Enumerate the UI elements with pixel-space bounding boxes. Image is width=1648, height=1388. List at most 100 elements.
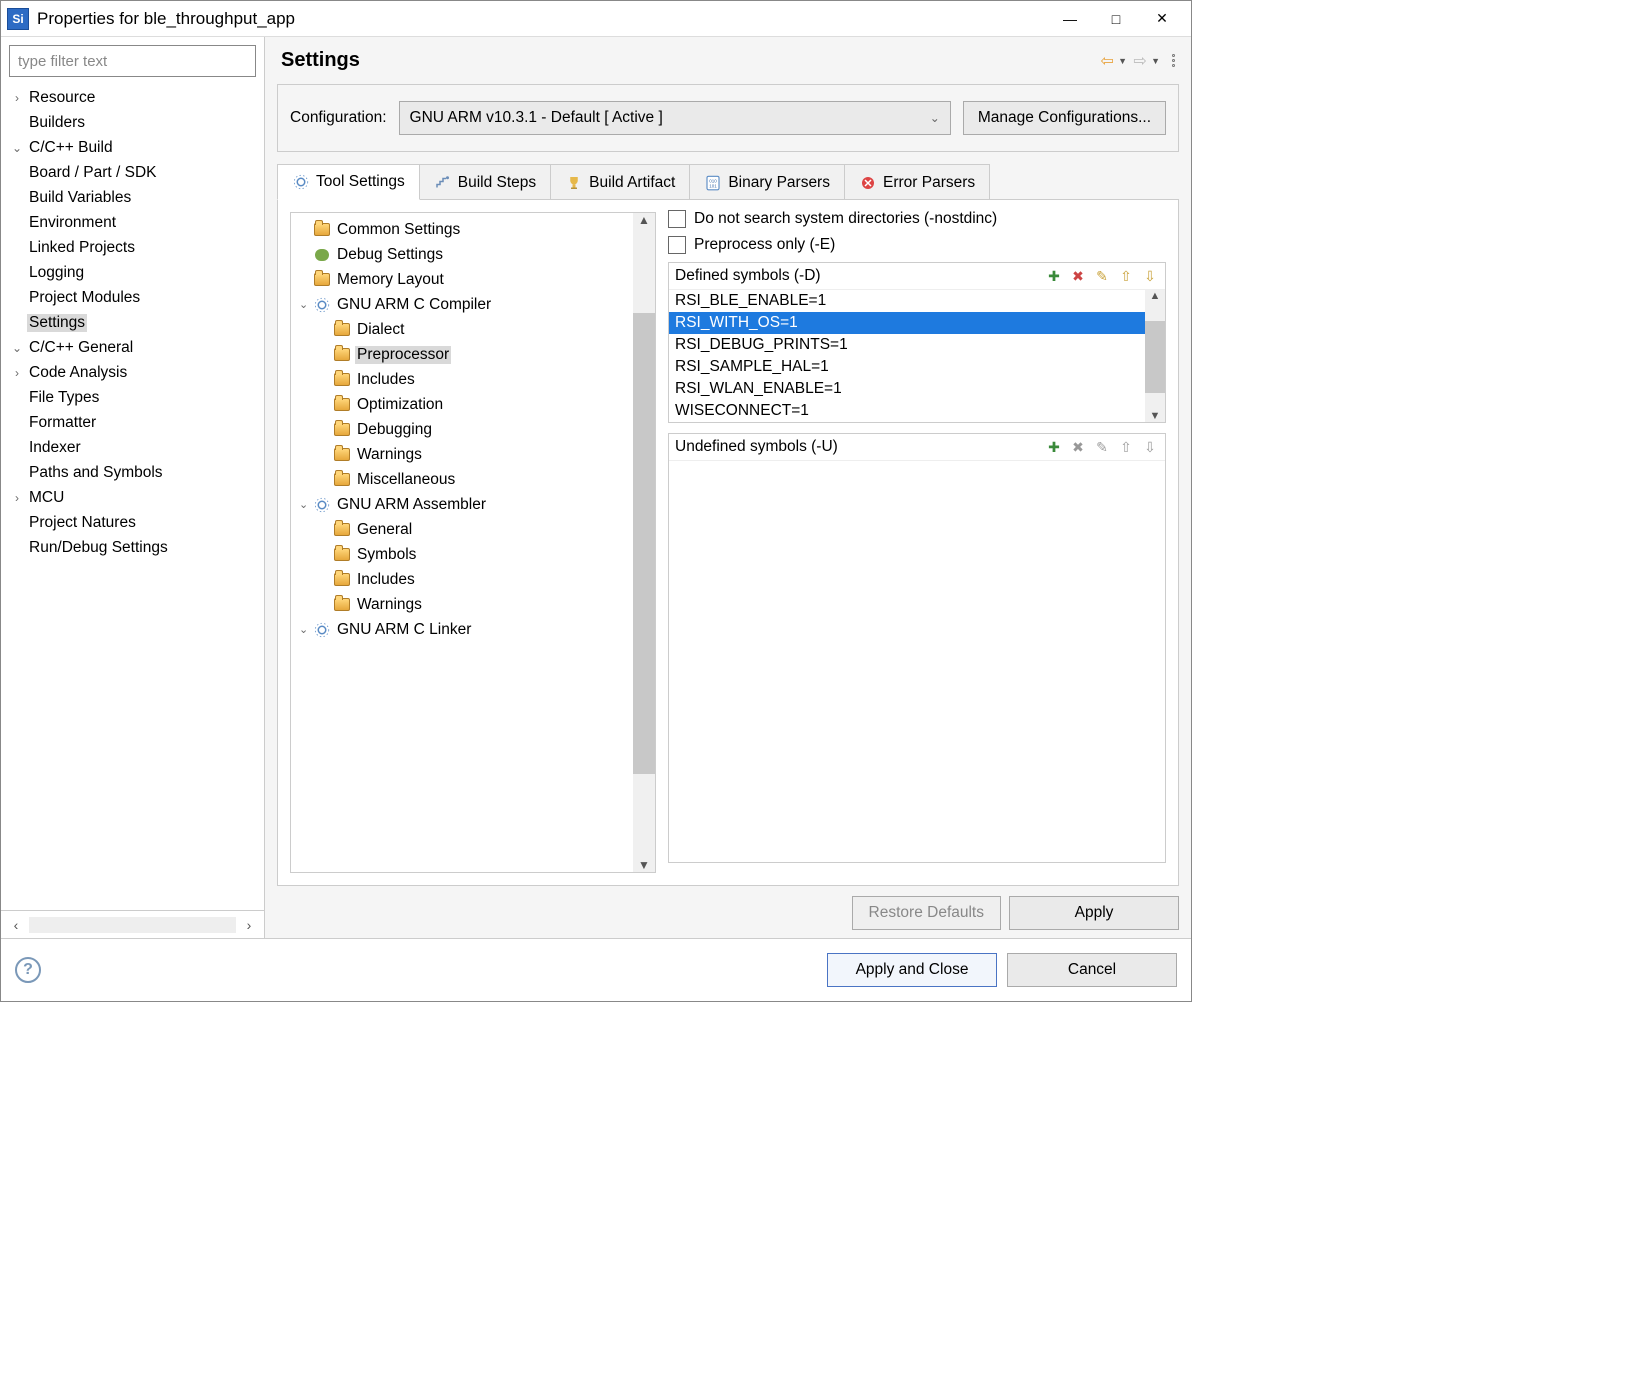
move-down-icon[interactable]: ⇩ (1141, 267, 1159, 285)
move-up-icon[interactable]: ⇧ (1117, 267, 1135, 285)
add-icon[interactable]: ✚ (1045, 438, 1063, 456)
nav-item[interactable]: Board / Part / SDK (1, 160, 264, 185)
defined-symbol-item[interactable]: RSI_WITH_OS=1 (669, 312, 1145, 334)
category-tree[interactable]: ›Resource Builders ⌄C/C++ BuildBoard / Par… (1, 85, 264, 910)
tool-tree-item[interactable]: Debugging (291, 417, 633, 442)
tool-tree-item[interactable]: Warnings (291, 442, 633, 467)
restore-defaults-button[interactable]: Restore Defaults (852, 896, 1001, 930)
back-arrow-icon[interactable]: ⇦ (1098, 52, 1116, 70)
scroll-thumb[interactable] (633, 313, 655, 774)
filter-input[interactable]: type filter text (9, 45, 256, 77)
scroll-up-icon[interactable]: ▲ (1150, 290, 1161, 302)
defined-symbols-list[interactable]: RSI_BLE_ENABLE=1RSI_WITH_OS=1RSI_DEBUG_P… (669, 290, 1145, 422)
tool-tree-scrollbar[interactable]: ▲ ▼ (633, 213, 655, 872)
tab[interactable]: Error Parsers (844, 164, 990, 200)
forward-arrow-icon[interactable]: ⇨ (1131, 52, 1149, 70)
manage-configurations-button[interactable]: Manage Configurations... (963, 101, 1166, 135)
defined-symbol-item[interactable]: RSI_DEBUG_PRINTS=1 (669, 334, 1145, 356)
add-icon[interactable]: ✚ (1045, 267, 1063, 285)
help-icon[interactable]: ? (15, 957, 41, 983)
nav-item[interactable]: Indexer (1, 435, 264, 460)
tab[interactable]: Build Artifact (550, 164, 690, 200)
view-menu-icon[interactable] (1172, 54, 1175, 67)
nav-item[interactable]: Environment (1, 210, 264, 235)
apply-and-close-button[interactable]: Apply and Close (827, 953, 997, 987)
titlebar: Si Properties for ble_throughput_app — □… (1, 1, 1191, 37)
undefined-symbols-title: Undefined symbols (-U) (675, 438, 1045, 456)
tool-tree-item[interactable]: ⌄GNU ARM C Linker (291, 617, 633, 642)
cancel-button[interactable]: Cancel (1007, 953, 1177, 987)
nav-item-label: Logging (27, 264, 86, 282)
close-button[interactable]: ✕ (1139, 4, 1185, 34)
undefined-symbols-list[interactable] (669, 461, 1165, 862)
nav-item[interactable]: Linked Projects (1, 235, 264, 260)
scroll-right-icon[interactable]: › (238, 917, 260, 933)
scroll-down-icon[interactable]: ▼ (638, 858, 650, 872)
tab[interactable]: Tool Settings (277, 164, 420, 200)
nav-item[interactable]: Formatter (1, 410, 264, 435)
tool-tree-item[interactable]: Common Settings (291, 217, 633, 242)
defined-symbol-item[interactable]: RSI_SAMPLE_HAL=1 (669, 356, 1145, 378)
nav-item[interactable]: ›MCU (1, 485, 264, 510)
tool-tree-item[interactable]: Dialect (291, 317, 633, 342)
configuration-label: Configuration: (290, 109, 387, 127)
nav-item[interactable]: ›Code Analysis (1, 360, 264, 385)
nav-item[interactable]: Builders (1, 110, 264, 135)
scroll-thumb[interactable] (1145, 321, 1165, 394)
edit-icon[interactable]: ✎ (1093, 438, 1111, 456)
nostdinc-checkbox[interactable] (668, 210, 686, 228)
apply-button[interactable]: Apply (1009, 896, 1179, 930)
tab[interactable]: 010101Binary Parsers (689, 164, 845, 200)
move-up-icon[interactable]: ⇧ (1117, 438, 1135, 456)
tool-tree-item[interactable]: ⌄GNU ARM C Compiler (291, 292, 633, 317)
nav-item[interactable]: Build Variables (1, 185, 264, 210)
tool-tree-item[interactable]: Includes (291, 567, 633, 592)
scroll-down-icon[interactable]: ▼ (1150, 410, 1161, 422)
minimize-button[interactable]: — (1047, 4, 1093, 34)
tool-tree-item[interactable]: Debug Settings (291, 242, 633, 267)
move-down-icon[interactable]: ⇩ (1141, 438, 1159, 456)
nav-item[interactable]: Paths and Symbols (1, 460, 264, 485)
delete-icon[interactable]: ✖ (1069, 438, 1087, 456)
tool-tree-item[interactable]: Warnings (291, 592, 633, 617)
delete-icon[interactable]: ✖ (1069, 267, 1087, 285)
nav-item-label: Builders (27, 114, 87, 132)
nav-item[interactable]: Project Natures (1, 510, 264, 535)
tool-tree-item[interactable]: ⌄GNU ARM Assembler (291, 492, 633, 517)
maximize-button[interactable]: □ (1093, 4, 1139, 34)
sidebar-hscrollbar[interactable]: ‹ › (1, 910, 264, 938)
twisty-icon: › (9, 366, 25, 380)
tool-tree-item[interactable]: Miscellaneous (291, 467, 633, 492)
tool-tree[interactable]: Common SettingsDebug Settings Memory Layo… (291, 213, 633, 872)
tool-tree-label: Memory Layout (335, 271, 446, 289)
forward-dropdown-icon[interactable]: ▼ (1151, 56, 1160, 66)
configuration-dropdown[interactable]: GNU ARM v10.3.1 - Default [ Active ] ⌄ (399, 101, 951, 135)
scroll-up-icon[interactable]: ▲ (638, 213, 650, 227)
tool-tree-label: GNU ARM C Linker (335, 621, 473, 639)
defined-symbol-item[interactable]: RSI_WLAN_ENABLE=1 (669, 378, 1145, 400)
nav-item[interactable]: ›Resource (1, 85, 264, 110)
tool-tree-item[interactable]: Includes (291, 367, 633, 392)
preprocess-only-checkbox[interactable] (668, 236, 686, 254)
nav-item[interactable]: File Types (1, 385, 264, 410)
tab[interactable]: Build Steps (419, 164, 551, 200)
scroll-left-icon[interactable]: ‹ (5, 917, 27, 933)
cog-icon (313, 296, 331, 314)
tool-tree-item[interactable]: Symbols (291, 542, 633, 567)
nav-item[interactable]: Project Modules (1, 285, 264, 310)
defined-symbol-item[interactable]: WISECONNECT=1 (669, 400, 1145, 422)
tool-tree-item[interactable]: General (291, 517, 633, 542)
back-dropdown-icon[interactable]: ▼ (1118, 56, 1127, 66)
edit-icon[interactable]: ✎ (1093, 267, 1111, 285)
tool-tree-item[interactable]: Memory Layout (291, 267, 633, 292)
nav-item[interactable]: Logging (1, 260, 264, 285)
tool-tree-item[interactable]: Preprocessor (291, 342, 633, 367)
nav-item[interactable]: Settings (1, 310, 264, 335)
scroll-track[interactable] (29, 917, 236, 933)
nav-item[interactable]: Run/Debug Settings (1, 535, 264, 560)
defined-symbol-item[interactable]: RSI_BLE_ENABLE=1 (669, 290, 1145, 312)
defined-list-scrollbar[interactable]: ▲ ▼ (1145, 290, 1165, 422)
nav-item[interactable]: ⌄C/C++ General (1, 335, 264, 360)
tool-tree-item[interactable]: Optimization (291, 392, 633, 417)
nav-item[interactable]: ⌄C/C++ Build (1, 135, 264, 160)
